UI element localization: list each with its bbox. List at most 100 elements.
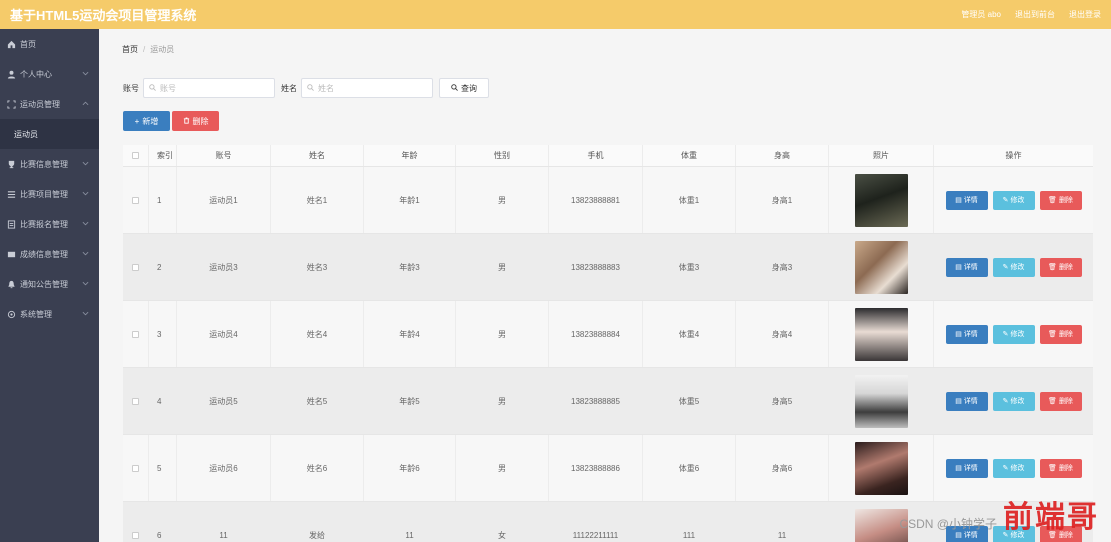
checkbox[interactable]	[132, 531, 139, 539]
cell-gender: 女	[456, 502, 549, 542]
edit-button[interactable]: ✎ 修改	[992, 190, 1035, 210]
edit-button[interactable]: ✎ 修改	[992, 458, 1035, 478]
edit-icon: ✎	[1002, 197, 1009, 204]
cell-age: 年龄1	[364, 167, 456, 233]
cell-account: 运动员6	[177, 435, 271, 501]
name-placeholder: 姓名	[318, 83, 334, 93]
delete-button[interactable]: 🗑 删除	[1039, 525, 1082, 542]
sidebar-item-system[interactable]: 系统管理	[0, 299, 99, 329]
account-search-input[interactable]: 账号	[143, 78, 275, 98]
bulk-delete-button[interactable]: 删除	[172, 111, 219, 131]
trash-icon: 🗑	[1048, 465, 1057, 472]
checkbox[interactable]	[132, 464, 139, 472]
detail-button[interactable]: ▤ 详情	[945, 257, 988, 277]
sidebar: 首页 个人中心 运动员管理 运动员 比赛信息管理 比赛项目管理 比赛报名管理 成…	[0, 29, 99, 542]
detail-button[interactable]: ▤ 详情	[945, 391, 988, 411]
cell-age: 年龄3	[364, 234, 456, 300]
name-label: 姓名	[281, 83, 297, 93]
sidebar-item-label: 通知公告管理	[20, 279, 68, 289]
cell-height: 11	[736, 502, 829, 542]
header-photo: 照片	[829, 145, 934, 166]
detail-button[interactable]: ▤ 详情	[945, 525, 988, 542]
delete-label: 删除	[1058, 532, 1073, 539]
checkbox[interactable]	[132, 330, 139, 338]
add-button[interactable]: + 新增	[123, 111, 170, 131]
chevron-down-icon	[82, 69, 89, 78]
sidebar-subitem-athlete[interactable]: 运动员	[0, 119, 99, 149]
cell-name: 姓名4	[271, 301, 364, 367]
checkbox[interactable]	[132, 152, 139, 159]
sidebar-item-notices[interactable]: 通知公告管理	[0, 269, 99, 299]
chevron-down-icon	[82, 189, 89, 198]
expand-icon	[6, 99, 16, 109]
chevron-down-icon	[82, 279, 89, 288]
sidebar-item-match-project[interactable]: 比赛项目管理	[0, 179, 99, 209]
search-icon	[451, 83, 458, 93]
header-name: 姓名	[271, 145, 364, 166]
athlete-photo	[854, 307, 908, 361]
breadcrumb-current: 运动员	[150, 45, 175, 54]
cell-account: 运动员5	[177, 368, 271, 434]
detail-label: 详情	[963, 264, 978, 271]
table-row: 5 运动员6 姓名6 年龄6 男 13823888886 体重6 身高6 ▤ 详情…	[123, 435, 1093, 502]
edit-button[interactable]: ✎ 修改	[992, 525, 1035, 542]
header-select-all[interactable]	[123, 145, 149, 166]
delete-button[interactable]: 🗑 删除	[1039, 324, 1082, 344]
breadcrumb-home[interactable]: 首页	[122, 45, 138, 54]
table-row: 1 运动员1 姓名1 年龄1 男 13823888881 体重1 身高1 ▤ 详情…	[123, 167, 1093, 234]
query-button[interactable]: 查询	[439, 78, 489, 98]
name-search-input[interactable]: 姓名	[301, 78, 433, 98]
cell-name: 姓名5	[271, 368, 364, 434]
edit-button[interactable]: ✎ 修改	[992, 257, 1035, 277]
delete-button[interactable]: 🗑 删除	[1039, 458, 1082, 478]
edit-icon: ✎	[1002, 398, 1009, 405]
back-to-front-link[interactable]: 退出到前台	[1015, 9, 1055, 20]
top-right-links: 管理员 abo 退出到前台 退出登录	[961, 9, 1101, 20]
delete-button[interactable]: 🗑 删除	[1039, 391, 1082, 411]
sidebar-item-home[interactable]: 首页	[0, 29, 99, 59]
trash-icon: 🗑	[1048, 197, 1057, 204]
header-height: 身高	[736, 145, 829, 166]
sidebar-item-match-info[interactable]: 比赛信息管理	[0, 149, 99, 179]
checkbox[interactable]	[132, 263, 139, 271]
search-row: 账号 账号 姓名 姓名 查询	[123, 78, 489, 98]
edit-icon: ✎	[1002, 532, 1009, 539]
detail-icon: ▤	[955, 532, 962, 539]
cell-height: 身高5	[736, 368, 829, 434]
cell-index: 2	[149, 234, 177, 300]
edit-icon: ✎	[1002, 465, 1009, 472]
chevron-down-icon	[82, 249, 89, 258]
sidebar-item-label: 系统管理	[20, 309, 52, 319]
detail-button[interactable]: ▤ 详情	[945, 190, 988, 210]
detail-button[interactable]: ▤ 详情	[945, 458, 988, 478]
cell-height: 身高4	[736, 301, 829, 367]
delete-button[interactable]: 🗑 删除	[1039, 190, 1082, 210]
cell-weight: 体重4	[643, 301, 736, 367]
detail-icon: ▤	[955, 331, 962, 338]
cell-height: 身高3	[736, 234, 829, 300]
cup-icon	[6, 159, 16, 169]
header-account: 账号	[177, 145, 271, 166]
logout-link[interactable]: 退出登录	[1069, 9, 1101, 20]
cell-name: 姓名3	[271, 234, 364, 300]
header-actions: 操作	[1005, 151, 1022, 160]
trash-icon: 🗑	[1048, 331, 1057, 338]
edit-icon: ✎	[1002, 264, 1009, 271]
checkbox[interactable]	[132, 196, 139, 204]
sidebar-item-label: 比赛项目管理	[20, 189, 68, 199]
cell-age: 年龄6	[364, 435, 456, 501]
sidebar-item-registration[interactable]: 比赛报名管理	[0, 209, 99, 239]
cell-index: 1	[149, 167, 177, 233]
checkbox[interactable]	[132, 397, 139, 405]
sidebar-item-scores[interactable]: 成绩信息管理	[0, 239, 99, 269]
delete-label: 删除	[192, 116, 209, 126]
detail-button[interactable]: ▤ 详情	[945, 324, 988, 344]
sidebar-item-athletes[interactable]: 运动员管理	[0, 89, 99, 119]
cell-phone: 13823888883	[549, 234, 643, 300]
cell-index: 3	[149, 301, 177, 367]
sidebar-item-profile[interactable]: 个人中心	[0, 59, 99, 89]
edit-button[interactable]: ✎ 修改	[992, 391, 1035, 411]
delete-button[interactable]: 🗑 删除	[1039, 257, 1082, 277]
edit-button[interactable]: ✎ 修改	[992, 324, 1035, 344]
app-title: 基于HTML5运动会项目管理系统	[10, 8, 197, 23]
